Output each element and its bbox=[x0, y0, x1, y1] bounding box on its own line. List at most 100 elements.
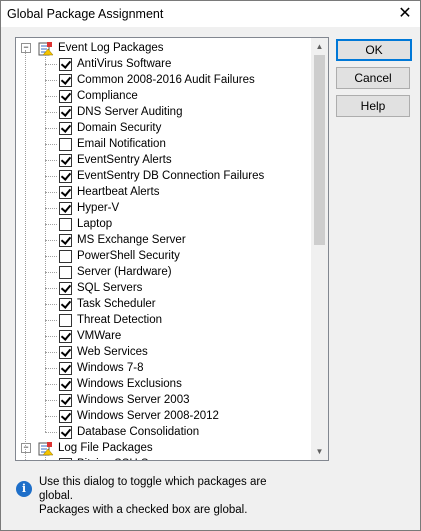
tree-item[interactable]: Windows Exclusions bbox=[16, 376, 312, 392]
tree-item[interactable]: Task Scheduler bbox=[16, 296, 312, 312]
package-checkbox[interactable] bbox=[59, 122, 72, 135]
package-checkbox[interactable] bbox=[59, 106, 72, 119]
title-bar: Global Package Assignment ✕ bbox=[1, 1, 420, 27]
tree-connector bbox=[45, 192, 57, 193]
package-checkbox[interactable] bbox=[59, 282, 72, 295]
tree-branch-line bbox=[45, 55, 46, 432]
info-icon: i bbox=[16, 481, 32, 497]
tree-item[interactable]: Web Services bbox=[16, 344, 312, 360]
tree-item-label: EventSentry DB Connection Failures bbox=[77, 170, 265, 182]
checkmark-icon bbox=[60, 58, 72, 69]
package-checkbox[interactable] bbox=[59, 250, 72, 263]
tree-branch-line bbox=[45, 455, 46, 460]
collapse-icon[interactable]: − bbox=[21, 43, 31, 53]
package-checkbox[interactable] bbox=[59, 234, 72, 247]
package-checkbox[interactable] bbox=[59, 90, 72, 103]
ok-button[interactable]: OK bbox=[336, 39, 412, 61]
checkmark-icon bbox=[60, 426, 72, 437]
cancel-button[interactable]: Cancel bbox=[336, 67, 410, 89]
tree-item-label: Threat Detection bbox=[77, 314, 163, 326]
package-checkbox[interactable] bbox=[59, 346, 72, 359]
package-checkbox[interactable] bbox=[59, 314, 72, 327]
tree-item-label: Bitvise SSH Server bbox=[77, 456, 175, 460]
scroll-up-icon[interactable]: ▲ bbox=[311, 38, 328, 55]
tree-item[interactable]: SQL Servers bbox=[16, 280, 312, 296]
info-line-1: Use this dialog to toggle which packages… bbox=[39, 476, 267, 502]
dialog-window: Global Package Assignment ✕ − Event Log P… bbox=[0, 0, 421, 531]
package-checkbox[interactable] bbox=[59, 170, 72, 183]
package-tree[interactable]: − Event Log Packages AntiVirus Software Com… bbox=[15, 37, 329, 461]
tree-connector bbox=[45, 272, 57, 273]
tree-item-label: Email Notification bbox=[77, 138, 166, 150]
tree-item[interactable]: Email Notification bbox=[16, 136, 312, 152]
checkmark-icon bbox=[60, 410, 72, 421]
package-checkbox[interactable] bbox=[59, 202, 72, 215]
tree-item-label: Task Scheduler bbox=[77, 298, 156, 310]
package-checkbox[interactable] bbox=[59, 154, 72, 167]
tree-item-label: EventSentry Alerts bbox=[77, 154, 172, 166]
tree-item[interactable]: EventSentry Alerts bbox=[16, 152, 312, 168]
log-file-packages-icon bbox=[38, 441, 54, 456]
tree-connector bbox=[45, 64, 57, 65]
collapse-icon[interactable]: − bbox=[21, 443, 31, 453]
package-checkbox[interactable] bbox=[59, 74, 72, 87]
tree-item[interactable]: EventSentry DB Connection Failures bbox=[16, 168, 312, 184]
package-checkbox[interactable] bbox=[59, 330, 72, 343]
tree-item[interactable]: Server (Hardware) bbox=[16, 264, 312, 280]
tree-item[interactable]: MS Exchange Server bbox=[16, 232, 312, 248]
tree-item[interactable]: Compliance bbox=[16, 88, 312, 104]
package-checkbox[interactable] bbox=[59, 58, 72, 71]
package-checkbox[interactable] bbox=[59, 186, 72, 199]
tree-item[interactable]: VMWare bbox=[16, 328, 312, 344]
tree-connector bbox=[45, 176, 57, 177]
close-icon[interactable]: ✕ bbox=[390, 1, 420, 27]
tree-item[interactable]: Common 2008-2016 Audit Failures bbox=[16, 72, 312, 88]
package-checkbox[interactable] bbox=[59, 378, 72, 391]
package-checkbox[interactable] bbox=[59, 458, 72, 460]
scroll-down-icon[interactable]: ▼ bbox=[311, 443, 328, 460]
help-button[interactable]: Help bbox=[336, 95, 410, 117]
info-line-2: Packages with a checked box are global. bbox=[39, 504, 248, 516]
checkmark-icon bbox=[60, 90, 72, 101]
package-checkbox[interactable] bbox=[59, 362, 72, 375]
tree-scrollbar[interactable]: ▲ ▼ bbox=[311, 38, 328, 460]
tree-item[interactable]: DNS Server Auditing bbox=[16, 104, 312, 120]
tree-item[interactable]: Laptop bbox=[16, 216, 312, 232]
tree-group-label: Log File Packages bbox=[58, 442, 153, 454]
checkmark-icon bbox=[60, 458, 72, 460]
checkmark-icon bbox=[60, 106, 72, 117]
tree-item[interactable]: Windows Server 2003 bbox=[16, 392, 312, 408]
checkmark-icon bbox=[60, 170, 72, 181]
package-checkbox[interactable] bbox=[59, 410, 72, 423]
tree-connector bbox=[45, 400, 57, 401]
package-checkbox[interactable] bbox=[59, 394, 72, 407]
package-checkbox[interactable] bbox=[59, 138, 72, 151]
scroll-thumb[interactable] bbox=[314, 55, 325, 245]
tree-item[interactable]: Threat Detection bbox=[16, 312, 312, 328]
tree-item-label: Server (Hardware) bbox=[77, 266, 172, 278]
checkmark-icon bbox=[60, 378, 72, 389]
package-checkbox[interactable] bbox=[59, 298, 72, 311]
package-checkbox[interactable] bbox=[59, 426, 72, 439]
tree-item-label: Windows 7-8 bbox=[77, 362, 144, 374]
checkmark-icon bbox=[60, 282, 72, 293]
package-checkbox[interactable] bbox=[59, 218, 72, 231]
tree-item[interactable]: Heartbeat Alerts bbox=[16, 184, 312, 200]
tree-item[interactable]: Domain Security bbox=[16, 120, 312, 136]
checkmark-icon bbox=[60, 122, 72, 133]
tree-connector bbox=[45, 352, 57, 353]
tree-item[interactable]: AntiVirus Software bbox=[16, 56, 312, 72]
tree-item[interactable]: Hyper-V bbox=[16, 200, 312, 216]
tree-connector bbox=[45, 288, 57, 289]
tree-item[interactable]: Windows 7-8 bbox=[16, 360, 312, 376]
tree-item[interactable]: Database Consolidation bbox=[16, 424, 312, 440]
tree-group-1[interactable]: − Log File Packages bbox=[16, 440, 312, 456]
tree-item[interactable]: Windows Server 2008-2012 bbox=[16, 408, 312, 424]
checkmark-icon bbox=[60, 186, 72, 197]
tree-item[interactable]: Bitvise SSH Server bbox=[16, 456, 312, 460]
tree-group-0[interactable]: − Event Log Packages bbox=[16, 40, 312, 56]
tree-connector bbox=[45, 240, 57, 241]
tree-item-label: PowerShell Security bbox=[77, 250, 180, 262]
tree-item[interactable]: PowerShell Security bbox=[16, 248, 312, 264]
package-checkbox[interactable] bbox=[59, 266, 72, 279]
